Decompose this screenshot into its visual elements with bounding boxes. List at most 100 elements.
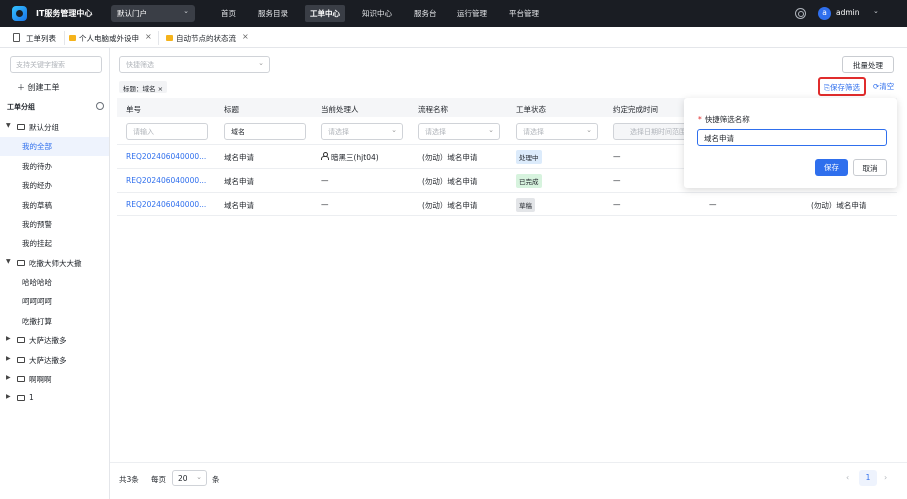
quick-filter-placeholder: 快捷筛选 [126,61,154,69]
top-navbar: IT服务管理中心 默认门户 ⌄ 首页 服务目录 工单中心 知识中心 服务台 运行… [0,0,907,27]
id-filter-input[interactable]: 请输入 [126,123,208,140]
process-filter-select[interactable]: 请选择 ⌄ [418,123,500,140]
column-header-due-time[interactable]: 约定完成时间 [613,104,658,115]
folder-icon [17,124,25,130]
caret-right-icon: ▶ [6,355,11,362]
tree-item-hehehe[interactable]: 呵呵呵呵 [0,292,109,311]
tab-ticket-list[interactable]: 工单列表 [26,30,56,46]
tab-auto-node[interactable]: 自动节点的状态流 [176,30,240,46]
portal-select[interactable]: 默认门户 ⌄ [111,5,195,22]
gear-icon[interactable] [96,102,104,110]
close-icon[interactable]: × [145,32,152,41]
create-ticket-button[interactable]: ＋ 创建工单 [17,82,60,93]
column-header-handler[interactable]: 当前处理人 [321,104,359,115]
due-time-filter-range[interactable]: 选择日期时间范围 [613,123,693,140]
ticket-extra-field: — [709,200,717,209]
nav-service-catalog[interactable]: 服务目录 [253,5,293,22]
tree-folder-group5[interactable]: ▶ 啊啊啊 [0,370,109,389]
required-mark: * [698,115,702,124]
tree-folder-group6[interactable]: ▶ 1 [0,389,109,408]
prev-page-icon[interactable]: ‹ [846,473,849,482]
filter-tag-label: 标题：域名 [123,85,156,93]
sidebar-search-input[interactable]: 支持关键字搜索 [10,56,102,73]
save-filter-label: 保存筛选 [830,83,860,92]
tab-pc-request[interactable]: 个人电脑或外设申 [79,30,143,46]
close-icon[interactable]: × [158,85,163,93]
ticket-id-link[interactable]: REQ202406040000... [126,176,206,185]
page-size-select[interactable]: 20 ⌄ [172,470,207,486]
nav-service-desk[interactable]: 服务台 [409,5,442,22]
footer-divider [110,462,907,463]
tree-item-drafts[interactable]: 我的草稿 [0,196,109,215]
page-number-current[interactable]: 1 [859,470,877,486]
nav-knowledge-center[interactable]: 知识中心 [357,5,397,22]
tree-item-warnings[interactable]: 我的预警 [0,215,109,234]
bulk-process-button[interactable]: 批量处理 [842,56,894,73]
tree-item-suspended[interactable]: 我的挂起 [0,234,109,253]
process-filter-placeholder: 请选择 [425,128,446,136]
tree-label: 啊啊啊 [29,375,52,384]
ticket-extra-process: (勿动）域名申请 [811,201,867,210]
avatar[interactable]: a [818,7,831,20]
save-filter-button[interactable]: ⎘保存筛选 [818,77,866,96]
status-badge: 已完成 [516,174,542,188]
tree-item-hahaha[interactable]: 哈哈哈哈 [0,273,109,292]
ticket-process: (勿动）域名申请 [422,177,478,186]
settings-icon[interactable] [795,8,806,19]
popover-cancel-button[interactable]: 取消 [853,159,887,176]
tab-divider [158,31,159,45]
tree-item-todo[interactable]: 我的待办 [0,157,109,176]
filter-name-input[interactable]: 域名申请 [697,129,887,146]
tree-folder-group4[interactable]: ▶ 大萨达撒多 [0,351,109,370]
clear-filter-button[interactable]: ⟳清空 [873,81,894,92]
app-title: IT服务管理中心 [36,9,93,18]
tree-item-plan[interactable]: 吃撒打算 [0,312,109,331]
per-page-label: 每页 [151,475,166,484]
portal-select-value: 默认门户 [117,9,147,18]
filter-name-label-text: 快捷筛选名称 [704,115,750,124]
create-ticket-label: 创建工单 [27,83,60,92]
tree-label: 我的待办 [22,162,52,171]
popover-save-button[interactable]: 保存 [815,159,848,176]
column-header-title[interactable]: 标题 [224,104,239,115]
nav-operations[interactable]: 运行管理 [452,5,492,22]
column-header-status[interactable]: 工单状态 [516,104,546,115]
folder-icon [69,35,76,41]
plus-icon: ＋ [17,83,28,92]
close-icon[interactable]: × [242,32,249,41]
caret-right-icon: ▶ [6,374,11,381]
ticket-id-link[interactable]: REQ202406040000... [126,200,206,209]
ticket-id-link[interactable]: REQ202406040000... [126,152,206,161]
column-header-process[interactable]: 流程名称 [418,104,448,115]
clear-filter-label: 清空 [879,82,895,91]
total-count: 共3条 [119,475,139,484]
nav-ticket-center[interactable]: 工单中心 [305,5,345,22]
tree-label: 大萨达撒多 [29,336,67,345]
ticket-handler: 暗黑三(hjt04) [331,153,379,162]
ticket-due-time: — [613,176,621,185]
caret-down-icon: ▼ [6,258,11,265]
tree-folder-default[interactable]: ▼ 默认分组 [0,118,109,137]
tree-label: 吃撒打算 [22,317,52,326]
status-filter-select[interactable]: 请选择 ⌄ [516,123,598,140]
chevron-down-icon[interactable]: ⌄ [873,7,879,15]
tree-folder-group2[interactable]: ▼ 吃撒大师大大撒 [0,254,109,273]
nav-home[interactable]: 首页 [216,5,241,22]
ticket-handler: — [321,200,329,209]
tree-folder-group3[interactable]: ▶ 大萨达撒多 [0,331,109,350]
quick-filter-select[interactable]: 快捷筛选 ⌄ [119,56,270,73]
handler-filter-select[interactable]: 请选择 ⌄ [321,123,403,140]
title-filter-input[interactable]: 域名 [224,123,306,140]
ticket-due-time: — [613,200,621,209]
document-icon [13,33,20,42]
ticket-due-time: — [613,152,621,161]
ticket-process: (勿动）域名申请 [422,153,478,162]
next-page-icon[interactable]: › [884,473,887,482]
user-name[interactable]: admin [836,8,860,17]
tree-item-handled[interactable]: 我的经办 [0,176,109,195]
tree-item-all[interactable]: 我的全部 [0,137,109,156]
tree-label: 吃撒大师大大撒 [29,259,82,268]
folder-icon [17,260,25,266]
column-header-id[interactable]: 单号 [126,104,141,115]
nav-platform[interactable]: 平台管理 [504,5,544,22]
